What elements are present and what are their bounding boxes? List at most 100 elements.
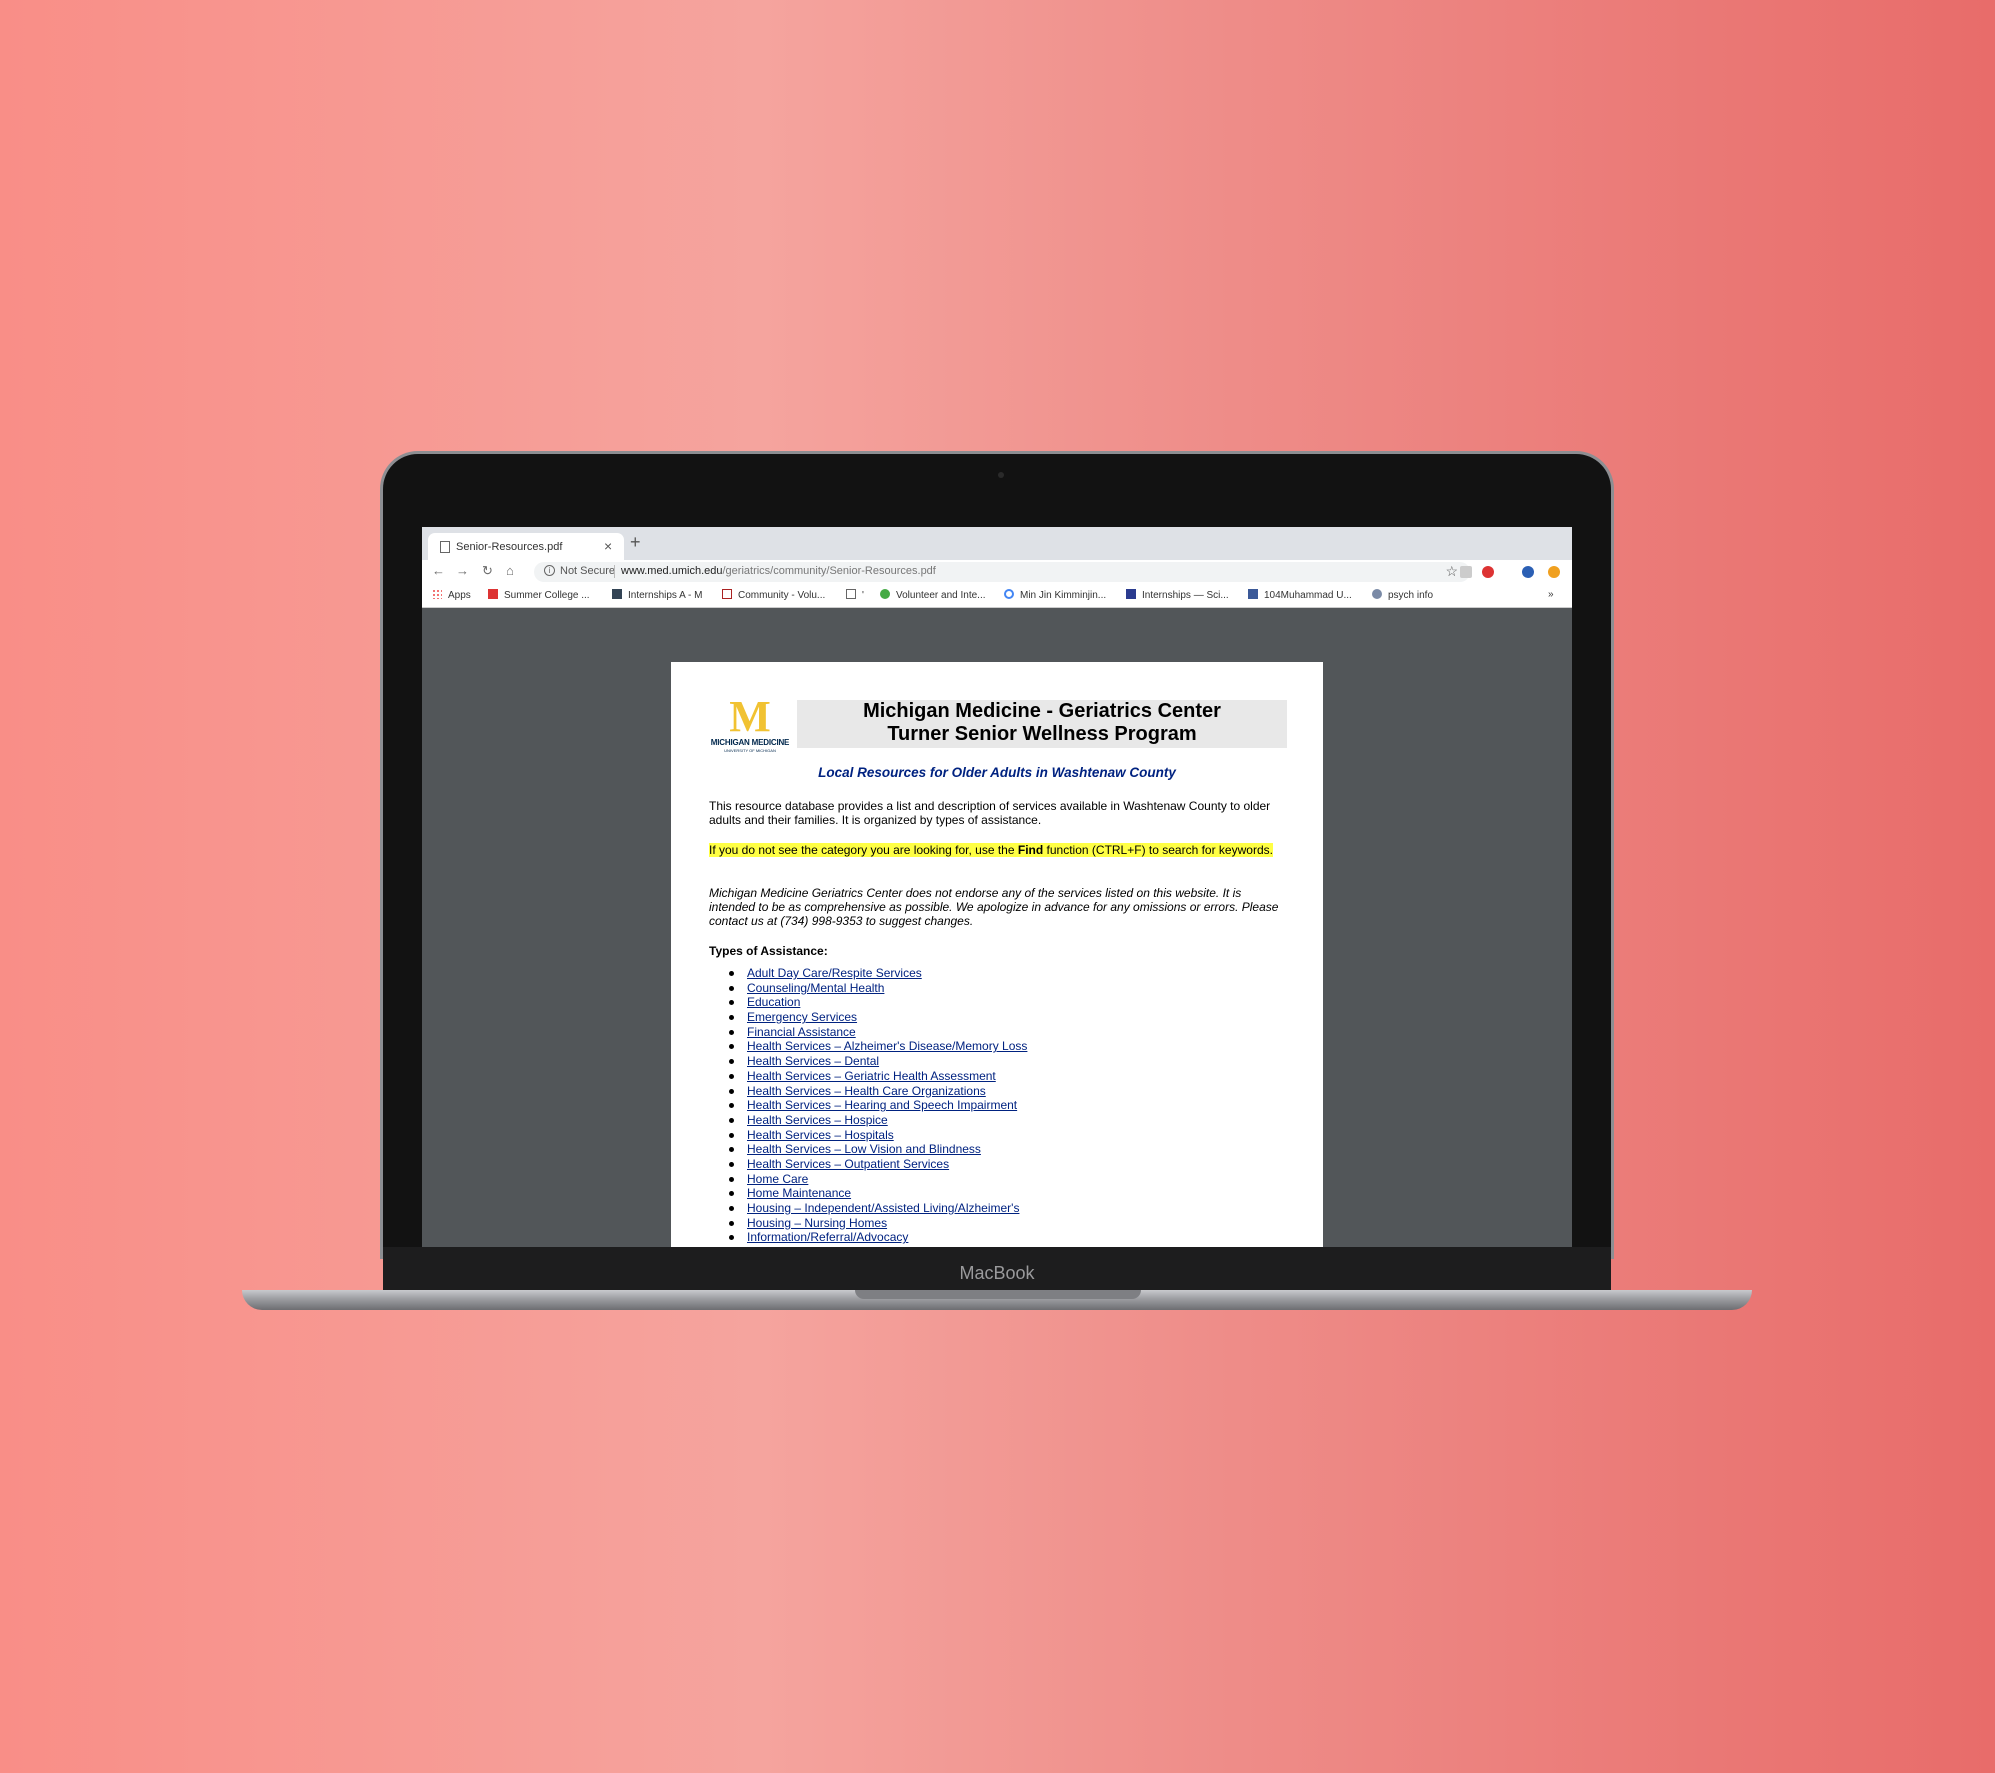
more-bookmarks-button[interactable]: » [1548, 589, 1554, 600]
bookmark-favicon-icon [488, 589, 498, 599]
address-bar[interactable]: i Not Secure www.med.umich.edu/geriatric… [534, 562, 1470, 582]
reload-icon[interactable]: ↻ [482, 563, 493, 579]
list-item: Health Services – Hospitals [709, 1128, 1027, 1143]
header-line-2: Turner Senior Wellness Program [887, 723, 1197, 745]
assistance-type-link[interactable]: Home Maintenance [747, 1186, 851, 1200]
bookmark-item[interactable]: Internships — Sci... [1126, 589, 1229, 601]
find-tip-paragraph: If you do not see the category you are l… [709, 843, 1273, 857]
facebook-icon [1248, 589, 1258, 599]
list-item: Adult Day Care/Respite Services [709, 966, 1027, 981]
assistance-type-link[interactable]: Housing – Nursing Homes [747, 1216, 887, 1230]
extension-icon[interactable] [1460, 566, 1472, 578]
logo-subtext: UNIVERSITY OF MICHIGAN [724, 748, 776, 753]
assistance-type-link[interactable]: Health Services – Health Care Organizati… [747, 1084, 986, 1098]
list-item: Education [709, 995, 1027, 1010]
back-icon[interactable]: ← [432, 563, 445, 578]
apps-grid-icon [432, 589, 442, 599]
list-item: Housing – Nursing Homes [709, 1216, 1027, 1231]
list-item: Health Services – Low Vision and Blindne… [709, 1142, 1027, 1157]
pdf-page: M MICHIGAN MEDICINE UNIVERSITY OF MICHIG… [671, 662, 1323, 1247]
list-item: Health Services – Outpatient Services [709, 1157, 1027, 1172]
bookmark-item[interactable]: psych info [1372, 589, 1433, 601]
list-item: Health Services – Dental [709, 1054, 1027, 1069]
assistance-type-link[interactable]: Housing – Independent/Assisted Living/Al… [747, 1201, 1019, 1215]
url-text: www.med.umich.edu/geriatrics/community/S… [621, 565, 936, 577]
intro-paragraph: This resource database provides a list a… [709, 799, 1271, 827]
assistance-type-link[interactable]: Emergency Services [747, 1010, 857, 1024]
list-item: Home Maintenance [709, 1186, 1027, 1201]
bookmark-item[interactable]: Min Jin Kimminjin... [1004, 589, 1106, 601]
list-item: Financial Assistance [709, 1025, 1027, 1040]
assistance-type-link[interactable]: Adult Day Care/Respite Services [747, 966, 922, 980]
assistance-type-link[interactable]: Information/Referral/Advocacy [747, 1230, 908, 1244]
bookmark-favicon-icon [722, 589, 732, 599]
bookmark-apps[interactable]: Apps [432, 589, 471, 601]
browser-window: Senior-Resources.pdf × + ← → ↻ ⌂ i Not S… [422, 527, 1572, 1247]
laptop-notch [855, 1290, 1141, 1299]
assistance-type-link[interactable]: Health Services – Low Vision and Blindne… [747, 1142, 981, 1156]
bookmark-item[interactable]: Volunteer and Inte... [880, 589, 986, 601]
document-icon [846, 589, 856, 599]
assistance-type-link[interactable]: Health Services – Hearing and Speech Imp… [747, 1098, 1017, 1112]
new-tab-button[interactable]: + [630, 532, 641, 553]
tab-title: Senior-Resources.pdf [456, 541, 563, 553]
google-icon [1004, 589, 1014, 599]
list-item: Counseling/Mental Health [709, 981, 1027, 996]
document-header: Michigan Medicine - Geriatrics Center Tu… [797, 700, 1287, 748]
types-heading: Types of Assistance: [709, 944, 828, 958]
browser-toolbar: ← → ↻ ⌂ i Not Secure www.med.umich.edu/g… [422, 560, 1572, 584]
michigan-medicine-logo: M MICHIGAN MEDICINE UNIVERSITY OF MICHIG… [709, 692, 791, 754]
list-item: Home Care [709, 1172, 1027, 1187]
assistance-type-link[interactable]: Education [747, 995, 800, 1009]
bookmark-item[interactable]: Community - Volu... [722, 589, 825, 601]
browser-tab[interactable]: Senior-Resources.pdf × [428, 533, 624, 560]
opera-icon[interactable] [1482, 566, 1494, 578]
forward-icon[interactable]: → [456, 563, 469, 578]
macbook-label: MacBook [959, 1263, 1035, 1283]
assistance-type-link[interactable]: Health Services – Hospitals [747, 1128, 894, 1142]
list-item: Information/Referral/Advocacy [709, 1230, 1027, 1245]
bookmark-star-icon[interactable]: ☆ [1445, 563, 1458, 580]
laptop-chin: MacBook [383, 1247, 1611, 1291]
assistance-type-list: Adult Day Care/Respite Services Counselin… [709, 966, 1027, 1245]
assistance-type-link[interactable]: Counseling/Mental Health [747, 981, 884, 995]
assistance-type-link[interactable]: Health Services – Hospice [747, 1113, 888, 1127]
bookmark-item[interactable]: Internships A - M [612, 589, 702, 601]
assistance-type-link[interactable]: Health Services – Outpatient Services [747, 1157, 949, 1171]
bookmark-item[interactable]: ' [846, 589, 864, 601]
disclaimer-paragraph: Michigan Medicine Geriatrics Center does… [709, 886, 1279, 928]
assistance-type-link[interactable]: Financial Assistance [747, 1025, 856, 1039]
profile-icon[interactable] [1522, 566, 1534, 578]
info-icon[interactable]: i [544, 565, 555, 576]
document-subtitle: Local Resources for Older Adults in Wash… [818, 765, 1176, 780]
close-tab-icon[interactable]: × [604, 538, 612, 554]
assistance-type-link[interactable]: Health Services – Geriatric Health Asses… [747, 1069, 996, 1083]
bookmark-item[interactable]: Summer College ... [488, 589, 590, 601]
list-item: Health Services – Health Care Organizati… [709, 1084, 1027, 1099]
list-item: Emergency Services [709, 1010, 1027, 1025]
bookmark-favicon-icon [880, 589, 890, 599]
camera [998, 472, 1004, 478]
notification-icon[interactable] [1548, 566, 1560, 578]
list-item: Health Services – Geriatric Health Asses… [709, 1069, 1027, 1084]
home-icon[interactable]: ⌂ [506, 563, 514, 578]
header-line-1: Michigan Medicine - Geriatrics Center [863, 700, 1221, 722]
list-item: Health Services – Hospice [709, 1113, 1027, 1128]
block-m-icon: M [729, 692, 771, 741]
bookmarks-bar: Apps Summer College ... Internships A - … [422, 584, 1572, 608]
bookmark-favicon-icon [1126, 589, 1136, 599]
assistance-type-link[interactable]: Health Services – Alzheimer's Disease/Me… [747, 1039, 1027, 1053]
logo-text: MICHIGAN MEDICINE [710, 738, 790, 747]
list-item: Health Services – Hearing and Speech Imp… [709, 1098, 1027, 1113]
list-item: Health Services – Alzheimer's Disease/Me… [709, 1039, 1027, 1054]
bookmark-favicon-icon [612, 589, 622, 599]
divider [614, 565, 615, 578]
bookmark-favicon-icon [1372, 589, 1382, 599]
bookmark-item[interactable]: 104Muhammad U... [1248, 589, 1352, 601]
assistance-type-link[interactable]: Home Care [747, 1172, 808, 1186]
assistance-type-link[interactable]: Health Services – Dental [747, 1054, 879, 1068]
document-icon [440, 541, 450, 553]
tab-bar: Senior-Resources.pdf × + [422, 527, 1572, 560]
list-item: Housing – Independent/Assisted Living/Al… [709, 1201, 1027, 1216]
security-label: Not Secure [560, 565, 616, 577]
